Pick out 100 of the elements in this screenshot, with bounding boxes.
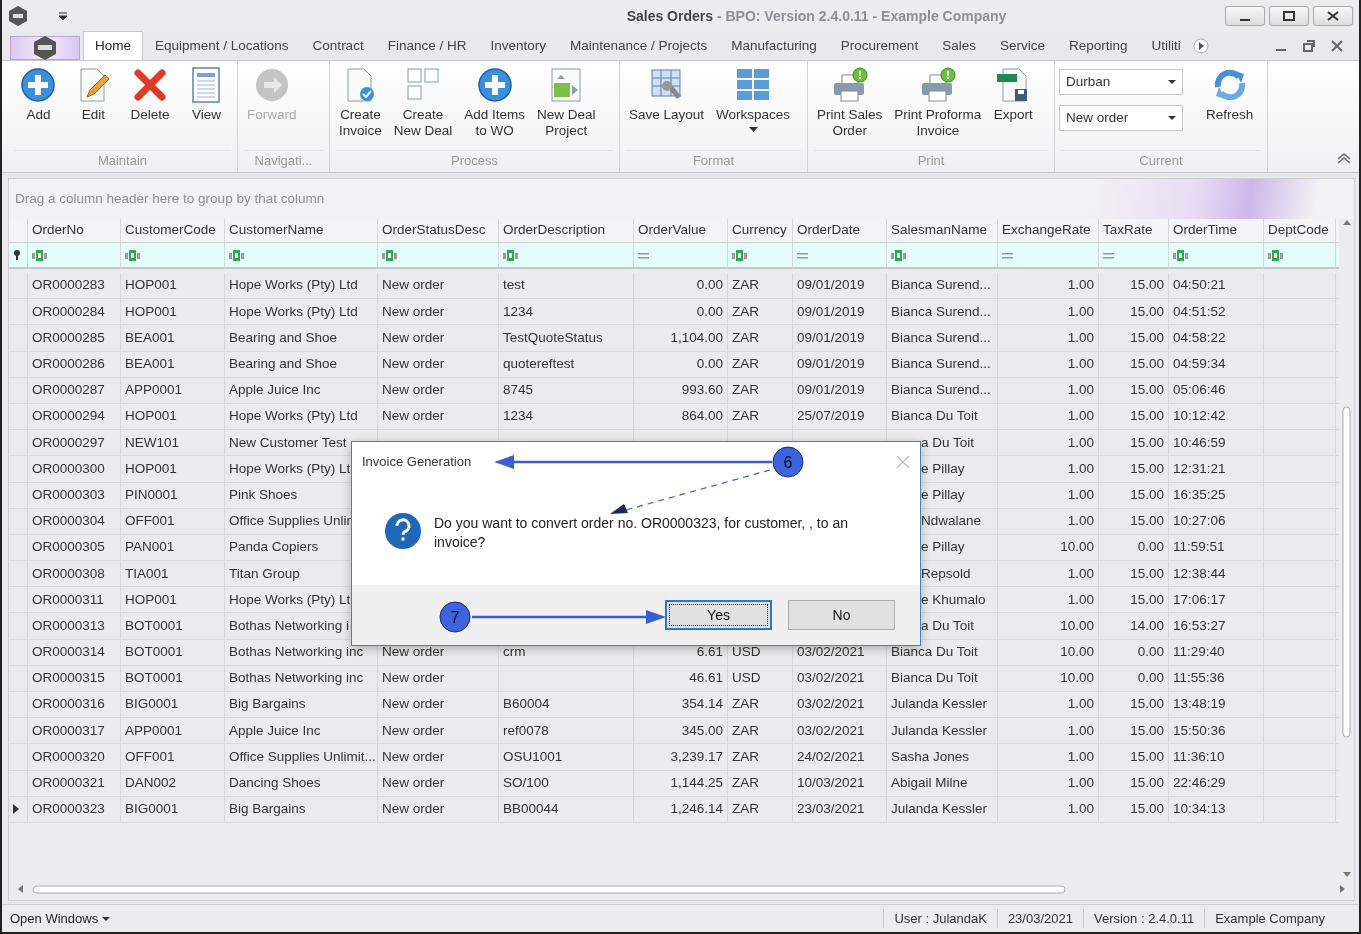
column-header[interactable]: ExchangeRate (998, 219, 1099, 242)
dialog-button[interactable]: Yes (665, 600, 772, 630)
table-cell: ZAR (728, 273, 793, 299)
ribbon-button[interactable]: Create New Deal (388, 65, 458, 141)
ribbon-group-title: Navigati... (244, 150, 323, 172)
column-header[interactable]: TaxRate (1099, 219, 1169, 242)
pin-icon (13, 250, 21, 260)
ribbon-button[interactable]: Add Items to WO (459, 65, 531, 141)
equals-filter-icon[interactable] (797, 251, 808, 259)
ribbon-tab[interactable]: Procurement (828, 30, 931, 60)
table-cell: 15.00 (1099, 325, 1169, 351)
table-cell: 16:35:25 (1169, 482, 1264, 508)
minimize-icon (1240, 19, 1250, 21)
column-header[interactable]: OrderStatusDesc (378, 219, 499, 242)
text-filter-icon[interactable] (32, 249, 47, 261)
ribbon-tab[interactable]: Finance / HR (375, 30, 479, 60)
ribbon-tab[interactable]: Utiliti (1139, 30, 1193, 60)
ribbon-button[interactable]: Export (988, 65, 1039, 125)
column-header[interactable]: CustomerName (225, 219, 378, 242)
ribbon-button[interactable]: Workspaces (711, 65, 796, 138)
text-filter-icon[interactable] (1268, 249, 1283, 261)
table-cell: 09/01/2019 (793, 299, 887, 325)
dialog-button[interactable]: No (788, 600, 895, 630)
printer-icon (919, 67, 956, 103)
text-filter-icon[interactable] (1173, 249, 1188, 261)
table-cell: 1,104.00 (634, 325, 728, 351)
restore-icon[interactable] (1303, 40, 1315, 52)
table-cell: Hope Works (Pty) Ltd (225, 273, 378, 299)
column-header[interactable]: SalesmanName (887, 219, 998, 242)
table-cell: 11:36:10 (1169, 744, 1264, 770)
text-filter-icon[interactable] (503, 249, 518, 261)
table-cell: PIN0001 (121, 482, 225, 508)
close-icon[interactable] (1331, 40, 1343, 52)
text-filter-icon[interactable] (891, 249, 906, 261)
ribbon-button[interactable]: View (183, 65, 230, 125)
scroll-down-icon[interactable] (1341, 871, 1352, 878)
table-cell: 09/01/2019 (793, 273, 887, 299)
ribbon-group-title: Process (336, 150, 613, 172)
table-cell: New order (378, 403, 499, 430)
column-header[interactable]: OrderTime (1169, 219, 1264, 242)
ribbon-tab[interactable]: Equipment / Locations (143, 30, 301, 60)
table-cell: OR0000284 (28, 299, 121, 325)
quick-access-caret-icon[interactable] (58, 11, 68, 21)
table-cell: 10.00 (998, 665, 1099, 691)
ribbon-button[interactable]: Create Invoice (334, 65, 387, 141)
current-row-icon (13, 804, 19, 815)
ribbon-button[interactable]: New Deal Project (532, 65, 601, 141)
ribbon-button[interactable]: Edit (70, 65, 117, 125)
text-filter-icon[interactable] (229, 249, 244, 261)
maximize-button[interactable] (1269, 6, 1309, 26)
table-cell: 1.00 (998, 692, 1099, 718)
ribbon-button[interactable]: Save Layout (624, 65, 710, 125)
column-header[interactable]: OrderNo (28, 219, 121, 242)
column-header[interactable]: DeptCode (1264, 219, 1336, 242)
ribbon-tab[interactable]: Contract (300, 30, 376, 60)
table-cell: B60004 (499, 692, 634, 718)
equals-filter-icon[interactable] (1103, 251, 1114, 259)
table-cell: 10:34:13 (1169, 796, 1264, 822)
ribbon-button[interactable]: Refresh (1201, 65, 1259, 125)
dropdown-field[interactable]: Durban (1059, 69, 1183, 95)
ribbon-tab[interactable]: Inventory (478, 30, 558, 60)
table-cell: 0.00 (1099, 665, 1169, 691)
table-cell: Bianca Du Toit (887, 403, 998, 430)
ribbon-button[interactable]: Print Sales Order (812, 65, 888, 141)
ribbon-tab[interactable]: Maintenance / Projects (557, 30, 720, 60)
vertical-scrollbar-thumb[interactable] (1342, 406, 1351, 738)
table-cell: 864.00 (634, 403, 728, 430)
ribbon-button[interactable]: Delete (125, 65, 175, 125)
ribbon-tab[interactable]: Reporting (1056, 30, 1140, 60)
text-filter-icon[interactable] (125, 249, 140, 261)
text-filter-icon[interactable] (382, 249, 397, 261)
ribbon-tab[interactable]: Sales (930, 30, 988, 60)
equals-filter-icon[interactable] (638, 251, 649, 259)
equals-filter-icon[interactable] (1002, 251, 1013, 259)
ribbon-tab[interactable]: Manufacturing (719, 30, 829, 60)
scroll-right-icon[interactable] (1192, 38, 1209, 54)
ribbon-button[interactable]: Print Proforma Invoice (889, 65, 987, 141)
app-menu-button[interactable] (10, 36, 80, 60)
column-header[interactable]: CustomerCode (121, 219, 225, 242)
column-header[interactable]: OrderValue (634, 219, 728, 242)
scroll-left-icon[interactable] (17, 884, 24, 894)
text-filter-icon[interactable] (732, 249, 747, 261)
ribbon-group-title: Format (626, 150, 801, 172)
horizontal-scrollbar-thumb[interactable] (32, 884, 1066, 894)
open-windows-menu[interactable]: Open Windows (10, 908, 111, 929)
column-header[interactable]: OrderDate (793, 219, 887, 242)
table-cell: 24/02/2021 (793, 744, 887, 770)
table-cell: OFF001 (121, 744, 225, 770)
table-cell: OR0000304 (28, 508, 121, 534)
dropdown-field[interactable]: New order (1059, 105, 1183, 131)
close-button[interactable] (1313, 6, 1353, 26)
column-header[interactable]: OrderDescription (499, 219, 634, 242)
ribbon-tab[interactable]: Service (987, 30, 1057, 60)
column-header[interactable]: Currency (728, 219, 793, 242)
collapse-ribbon-icon[interactable] (1337, 150, 1351, 164)
ribbon-tab[interactable]: Home (83, 30, 143, 60)
scroll-right-icon[interactable] (1339, 884, 1346, 894)
minimize-button[interactable] (1225, 6, 1265, 26)
ribbon-button[interactable]: Add (15, 65, 62, 125)
table-cell: TIA001 (121, 561, 225, 587)
